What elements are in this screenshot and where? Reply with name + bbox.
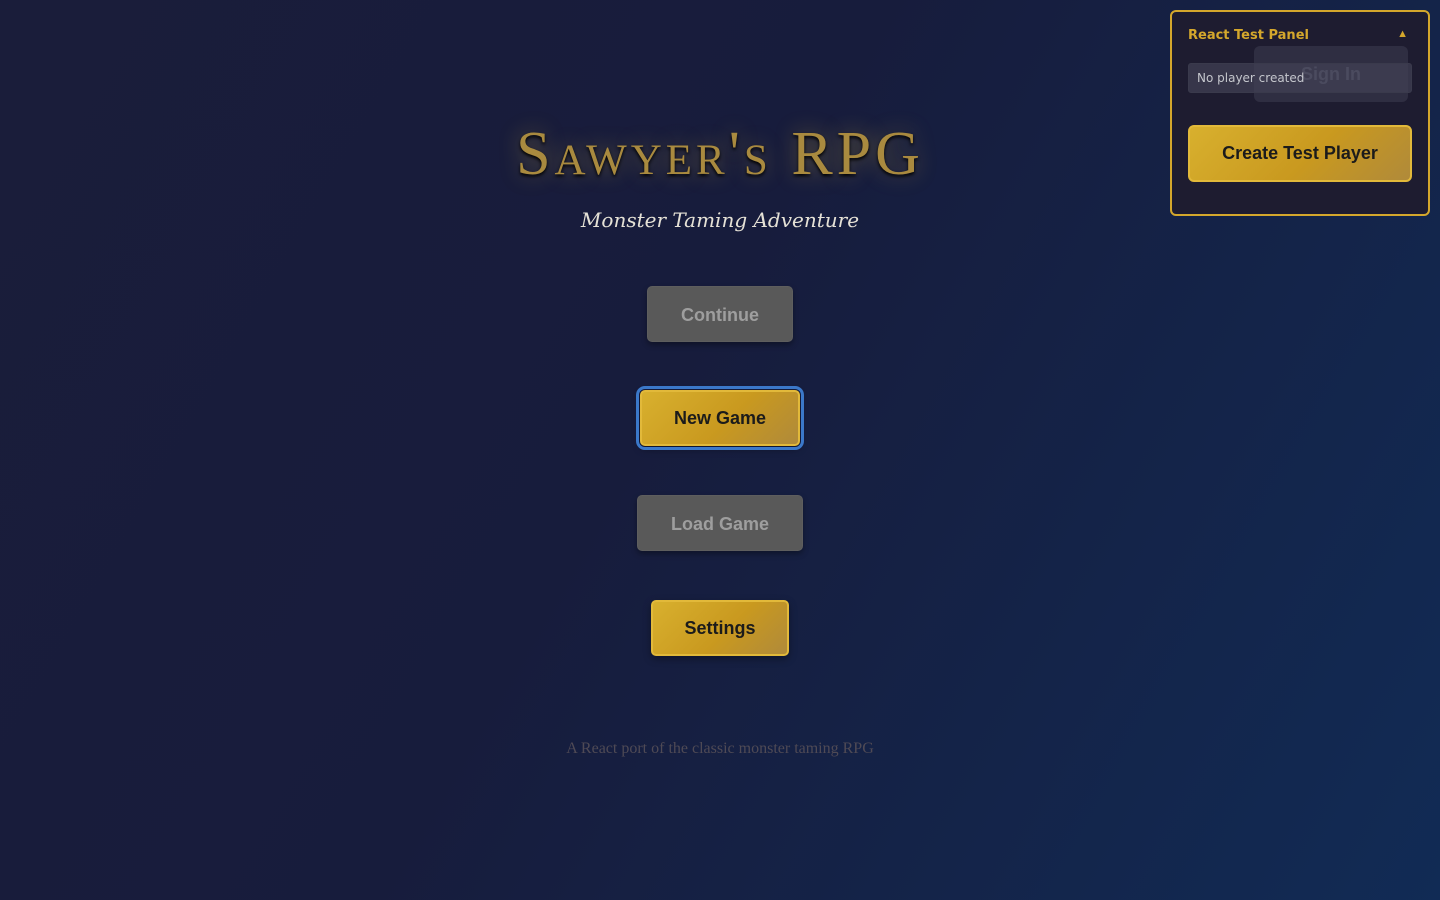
player-status-field: No player created <box>1188 63 1412 93</box>
new-game-button[interactable]: New Game <box>636 386 804 450</box>
create-test-player-button[interactable]: Create Test Player <box>1188 125 1412 182</box>
continue-button[interactable]: Continue <box>647 286 793 342</box>
load-game-button[interactable]: Load Game <box>637 495 803 551</box>
footer-tagline: A React port of the classic monster tami… <box>566 740 874 757</box>
settings-button[interactable]: Settings <box>651 600 789 656</box>
collapse-triangle-icon[interactable]: ▲ <box>1397 28 1408 40</box>
react-test-panel: Sign In React Test Panel ▲ No player cre… <box>1170 10 1430 216</box>
test-panel-title: React Test Panel <box>1188 28 1309 43</box>
